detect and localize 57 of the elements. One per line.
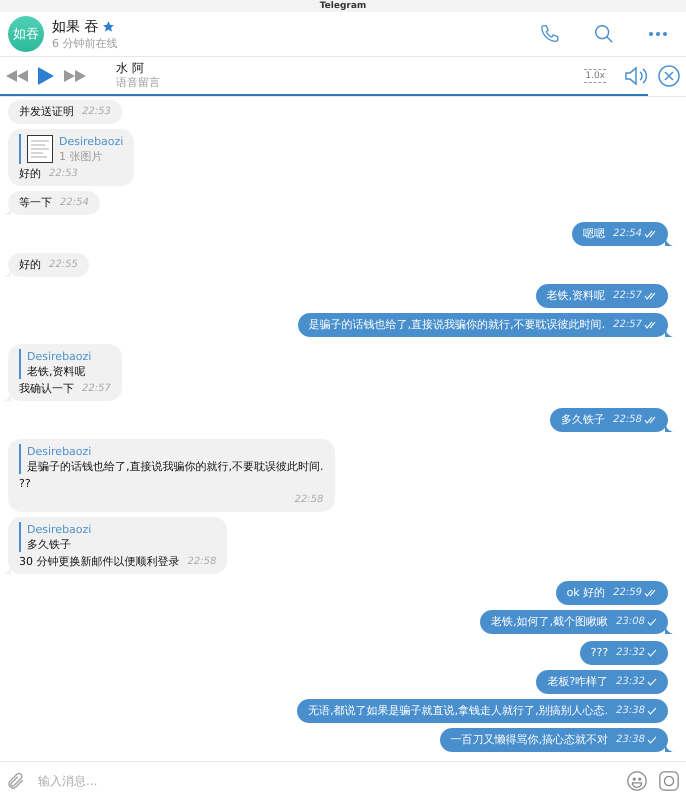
message-time: 23:08 <box>616 615 645 629</box>
message-time: 22:58 <box>294 493 324 507</box>
message-text: 30 分钟更换新邮件以便顺利登录 <box>19 554 180 570</box>
audio-title: 水 阿 <box>116 61 145 76</box>
message-text: 老铁,资料呢 <box>546 288 606 304</box>
message-time: 22:54 <box>60 196 89 210</box>
message-text: 嗯嗯 <box>583 226 606 242</box>
playback-speed-button[interactable]: 1.0x <box>584 68 606 82</box>
message-text: 我确认一下 <box>19 381 74 397</box>
reply-author: Desirebaozi <box>27 444 92 459</box>
message-text: 一百刀又懒得骂你,搞心态就不对 <box>450 732 608 748</box>
reply-author: Desirebaozi <box>59 134 124 149</box>
message-text: 等一下 <box>19 195 52 211</box>
fast-forward-icon[interactable] <box>64 70 86 82</box>
message-time: 23:32 <box>616 646 645 660</box>
message-time: 22:54 <box>613 227 642 241</box>
audio-subtitle: 语音留言 <box>116 76 161 90</box>
message-time: 22:58 <box>613 413 642 427</box>
reply-text: 多久铁子 <box>27 537 72 552</box>
close-icon[interactable] <box>658 64 680 86</box>
message-time: 22:57 <box>613 318 642 332</box>
message-time: 22:59 <box>613 586 642 600</box>
message-time: 22:58 <box>188 555 216 569</box>
last-seen-status: 6 分钟前在线 <box>52 36 118 50</box>
reply-author: Desirebaozi <box>27 522 92 537</box>
volume-icon[interactable] <box>624 64 648 86</box>
message-text: ok 好的 <box>566 585 606 601</box>
message-text: 并发送证明 <box>19 104 74 120</box>
message-text: ??? <box>590 645 608 661</box>
message-text: 老板?咋样了 <box>547 674 608 690</box>
message-text: ?? <box>19 476 32 492</box>
message-text: 老铁,如何了,截个图瞅瞅 <box>491 614 608 630</box>
play-icon[interactable] <box>38 66 54 84</box>
message-time: 22:53 <box>49 167 78 181</box>
message-time: 23:32 <box>616 675 645 689</box>
message-time: 22:53 <box>82 105 111 119</box>
message-time: 22:57 <box>613 289 642 303</box>
reply-text: 是骗子的话钱也给了,直接说我骗你的就行,不要耽误彼此时间. <box>27 459 324 474</box>
message-time: 22:57 <box>82 382 111 396</box>
message-text: 好的 <box>19 166 41 182</box>
message-text: 好的 <box>19 257 41 273</box>
message-time: 23:38 <box>616 704 645 718</box>
avatar: 如吞 <box>8 16 44 52</box>
rewind-icon[interactable] <box>6 70 28 82</box>
reply-text: 1 张图片 <box>59 149 104 164</box>
message-text: 多久铁子 <box>561 412 606 428</box>
message-input-field[interactable]: 输入消息... <box>36 773 616 789</box>
window-title: Telegram <box>320 1 366 11</box>
emoji-icon[interactable] <box>626 770 648 792</box>
message-text: 是骗子的话钱也给了,直接说我骗你的就行,不要耽误彼此时间. <box>308 317 606 333</box>
message-time: 22:55 <box>49 258 78 272</box>
camera-icon[interactable] <box>658 770 680 792</box>
reply-author: Desirebaozi <box>27 349 92 364</box>
message-time: 23:38 <box>616 733 645 747</box>
reply-text: 老铁,资料呢 <box>27 364 86 379</box>
contact-name: 如果 吞 <box>52 18 98 36</box>
message-text: 无语,都说了如果是骗子就直说,拿钱走人就行了,别搞别人心态. <box>308 703 608 719</box>
